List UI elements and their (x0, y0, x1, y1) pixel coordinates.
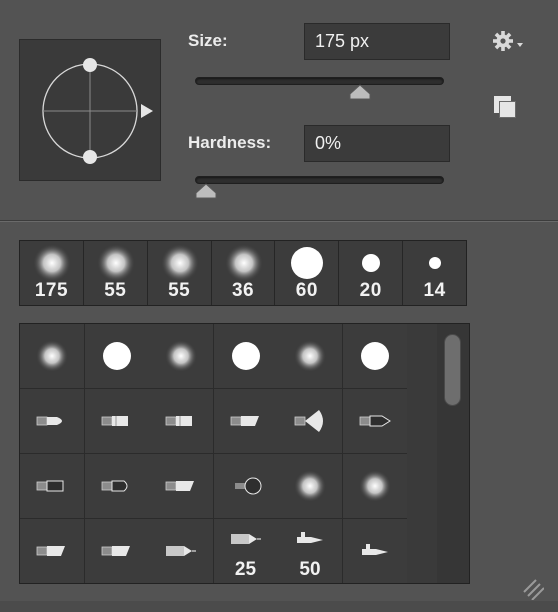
hard-brush-icon (231, 342, 260, 370)
recent-brush-size: 175 (34, 280, 69, 301)
flat-tip-brush-icon (101, 416, 128, 426)
blunt-tip-brush-icon (36, 480, 64, 492)
brush-presets-list: 25 50 (19, 323, 470, 584)
angle-tip-brush-icon (165, 481, 194, 491)
brush-preset[interactable]: 50 (278, 519, 342, 583)
brush-preset[interactable] (149, 519, 213, 583)
brush-preset-size: 25 (234, 559, 257, 580)
brush-preset[interactable] (278, 389, 342, 453)
brush-preset[interactable] (149, 389, 213, 453)
recent-brush-5[interactable]: 20 (339, 241, 404, 305)
recent-brush-2[interactable]: 55 (147, 241, 212, 305)
brush-preset[interactable] (20, 389, 84, 453)
brush-preset[interactable] (84, 389, 149, 453)
brush-preset[interactable] (342, 454, 407, 518)
recent-brush-0[interactable]: 175 (20, 241, 84, 305)
brush-preset[interactable] (149, 454, 213, 518)
panel-bottom-edge (0, 601, 558, 612)
brush-settings-panel: Size: 175 px Hardness: 0% (0, 0, 558, 220)
brush-preset[interactable]: 25 (213, 519, 278, 583)
grid-empty-column (407, 324, 437, 583)
brush-preset[interactable] (84, 519, 149, 583)
recent-brush-6[interactable]: 14 (403, 241, 467, 305)
size-slider-thumb[interactable] (349, 84, 371, 100)
brush-preset[interactable] (20, 519, 84, 583)
recent-brush-3[interactable]: 36 (211, 241, 276, 305)
recent-brush-size: 20 (359, 280, 382, 301)
recent-brush-size: 14 (423, 280, 446, 301)
recent-brush-size: 60 (295, 280, 318, 301)
size-field[interactable]: 175 px (304, 23, 450, 60)
stipple-brush-icon (234, 477, 261, 495)
brush-preset[interactable] (278, 324, 342, 388)
brush-preset[interactable] (342, 324, 407, 388)
size-slider[interactable] (195, 77, 444, 85)
recent-brush-4[interactable]: 60 (275, 241, 340, 305)
size-label: Size: (188, 31, 228, 50)
round-blunt-brush-icon (101, 480, 127, 492)
hardness-field[interactable]: 0% (304, 125, 450, 162)
soft-brush-icon (294, 340, 326, 372)
hardness-slider[interactable] (195, 176, 444, 184)
brush-preset[interactable] (213, 324, 278, 388)
soft-brush-icon (358, 470, 391, 502)
hardness-slider-thumb[interactable] (195, 183, 217, 199)
point-tip-brush-icon (359, 415, 391, 427)
brush-preset[interactable] (149, 324, 213, 388)
fan-tip-brush-icon (294, 410, 323, 432)
brush-preset[interactable] (84, 454, 149, 518)
angle-tip-brush-icon (36, 546, 65, 556)
brush-preset[interactable] (213, 389, 278, 453)
panel-divider-highlight (0, 221, 558, 222)
recent-brush-size: 36 (231, 280, 255, 301)
new-preset-icon[interactable] (494, 96, 516, 118)
brush-preset-size: 50 (299, 559, 321, 580)
brush-preset[interactable] (342, 389, 407, 453)
brush-preset[interactable] (20, 454, 84, 518)
angle-tip-brush-icon (101, 546, 130, 556)
resize-grip-icon[interactable] (520, 576, 544, 600)
hard-brush-icon (360, 342, 389, 370)
hard-brush-icon (102, 342, 131, 370)
angle-tip-brush-icon (230, 416, 259, 426)
soft-brush-icon (36, 340, 68, 372)
recent-brush-size: 55 (104, 280, 127, 301)
brush-preset[interactable] (20, 324, 84, 388)
brush-presets-grid: 25 50 (20, 324, 407, 583)
pencil-brush-icon (166, 546, 196, 556)
brush-preset[interactable] (342, 519, 407, 583)
soft-brush-icon (294, 470, 326, 502)
scrollbar-thumb[interactable] (444, 334, 461, 406)
recent-brush-size: 55 (168, 280, 191, 301)
round-tip-brush-icon (36, 416, 62, 426)
brush-preset[interactable] (278, 454, 342, 518)
gear-icon[interactable] (492, 30, 526, 52)
brush-preset[interactable] (213, 454, 278, 518)
hardness-label: Hardness: (188, 133, 272, 152)
airbrush-brush-icon (361, 544, 388, 555)
recent-brushes-strip: 175 55 55 36 60 20 14 (19, 240, 467, 306)
brush-tip-preview[interactable] (19, 39, 161, 181)
flat-tip-brush-icon (165, 416, 192, 426)
soft-brush-icon (165, 340, 197, 372)
recent-brush-1[interactable]: 55 (83, 241, 148, 305)
brush-preset[interactable] (84, 324, 149, 388)
